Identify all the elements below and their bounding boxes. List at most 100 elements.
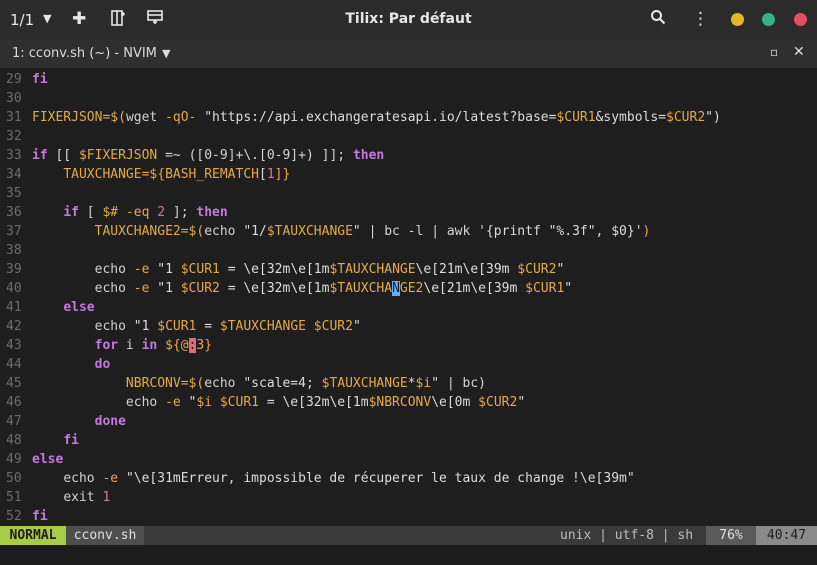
code-token: $TAUXCHA	[329, 281, 393, 296]
code-token: 1	[102, 490, 111, 505]
code-line: 52 fi	[0, 507, 817, 526]
code-token: fi	[63, 433, 79, 448]
code-line: 47 done	[0, 412, 817, 431]
code-token: = \e[32m\e[1m	[219, 281, 330, 296]
line-number: 44	[6, 357, 22, 372]
kebab-menu-icon[interactable]: ⋮	[692, 9, 709, 29]
close-button[interactable]	[794, 13, 807, 26]
line-number: 39	[6, 262, 22, 277]
line-number: 46	[6, 395, 22, 410]
line-number: 32	[6, 129, 22, 144]
code-token: $CUR2	[517, 262, 557, 277]
code-token: TAUXCHANGE=	[63, 167, 150, 182]
code-token: FIXERJSON=	[32, 110, 111, 125]
code-token: i	[118, 338, 142, 353]
code-token: -e	[102, 471, 126, 486]
code-line: 32	[0, 127, 817, 146]
code-token: [[	[47, 148, 79, 163]
code-token: $CUR1	[525, 281, 565, 296]
code-token: ]];	[313, 148, 353, 163]
code-line: 31 FIXERJSON=$(wget -qO- "https://api.exc…	[0, 108, 817, 127]
code-token: -qO-	[165, 110, 205, 125]
code-token: \e[21m\e[39m	[423, 281, 526, 296]
code-token: $CUR2	[666, 110, 706, 125]
code-token: else	[63, 300, 95, 315]
code-token: echo	[94, 262, 134, 277]
search-icon[interactable]	[650, 9, 666, 30]
code-token: )	[642, 224, 651, 239]
code-token: $CUR1	[157, 319, 197, 334]
code-token: "1	[157, 281, 181, 296]
code-token: for	[94, 338, 119, 353]
line-number: 50	[6, 471, 22, 486]
code-token: echo	[63, 471, 103, 486]
code-token: TAUXCHANGE2=	[94, 224, 189, 239]
code-token: echo	[204, 376, 244, 391]
code-token: $CUR1	[556, 110, 596, 125]
code-line: 36 if [ $# -eq 2 ]; then	[0, 203, 817, 222]
code-token: $CUR2	[478, 395, 518, 410]
terminal-title[interactable]: 1: cconv.sh (~) - NVIM	[12, 46, 157, 61]
line-number: 49	[6, 452, 22, 467]
code-token: $i	[415, 376, 432, 391]
code-token: echo	[94, 281, 134, 296]
command-line[interactable]	[0, 545, 817, 565]
code-token: $TAUXCHANGE	[266, 224, 353, 239]
code-token: wget	[125, 110, 166, 125]
code-token: 1	[266, 167, 275, 182]
code-token: "	[556, 262, 565, 277]
code-token: 3}	[196, 338, 213, 353]
code-token: =	[196, 319, 220, 334]
maximize-button[interactable]	[762, 13, 775, 26]
code-line: 41 else	[0, 298, 817, 317]
editor-buffer[interactable]: 29 fi 30 31 FIXERJSON=$(wget -qO- "https:/…	[0, 70, 817, 526]
line-number: 29	[6, 72, 22, 87]
code-line: 43 for i in ${@:3}	[0, 336, 817, 355]
file-name: cconv.sh	[66, 526, 144, 545]
line-number: 45	[6, 376, 22, 391]
line-number: 47	[6, 414, 22, 429]
minimize-button[interactable]	[731, 13, 744, 26]
line-number: 52	[6, 509, 22, 524]
code-line: 33 if [[ $FIXERJSON =~ ([0-9]+\.[0-9]+) ]…	[0, 146, 817, 165]
terminal-tab: 1: cconv.sh (~) - NVIM ▼ ▫ ✕	[0, 40, 817, 68]
code-token: if	[63, 205, 79, 220]
code-token: $NBRCONV	[368, 395, 432, 410]
status-line: NORMAL cconv.sh unix | utf-8 | sh 76% 40…	[0, 526, 817, 545]
line-number: 38	[6, 243, 22, 258]
close-terminal-icon[interactable]: ✕	[793, 44, 805, 60]
code-line: 42 echo "1 $CUR1 = $TAUXCHANGE $CUR2"	[0, 317, 817, 336]
code-token: then	[196, 205, 228, 220]
code-token: "	[517, 395, 526, 410]
line-number: 48	[6, 433, 22, 448]
code-line: 37 TAUXCHANGE2=$(echo "1/$TAUXCHANGE" | …	[0, 222, 817, 241]
code-token: [	[78, 205, 103, 220]
code-token: =~	[157, 148, 189, 163]
line-number: 30	[6, 91, 22, 106]
code-token: = \e[32m\e[1m	[219, 262, 330, 277]
code-line: 40 echo -e "1 $CUR2 = \e[32m\e[1m$TAUXCH…	[0, 279, 817, 298]
code-token: $TAUXCHANGE	[329, 262, 416, 277]
code-token: "	[352, 224, 361, 239]
maximize-terminal-icon[interactable]: ▫	[770, 45, 778, 59]
line-number: 51	[6, 490, 22, 505]
code-line: 39 echo -e "1 $CUR1 = \e[32m\e[1m$TAUXCH…	[0, 260, 817, 279]
code-token: in	[141, 338, 158, 353]
code-token: $CUR2	[180, 281, 220, 296]
code-token: '{printf "%.3f", $0}'	[478, 224, 643, 239]
code-token: exit	[63, 490, 103, 505]
code-token: fi	[32, 509, 48, 524]
code-line: 51 exit 1	[0, 488, 817, 507]
code-token: "	[564, 281, 573, 296]
line-number: 43	[6, 338, 22, 353]
code-token: ${@	[157, 338, 189, 353]
code-line: 46 echo -e " $i $CUR1 = \e[32m\e[1m$NBRCO…	[0, 393, 817, 412]
code-token: ${	[149, 167, 166, 182]
code-token: ]}	[274, 167, 291, 182]
chevron-down-icon[interactable]: ▼	[162, 47, 170, 60]
line-number: 42	[6, 319, 22, 334]
code-token: ")	[705, 110, 721, 125]
code-token: BASH_REMATCH	[165, 167, 259, 182]
code-token: $FIXERJSON	[78, 148, 158, 163]
